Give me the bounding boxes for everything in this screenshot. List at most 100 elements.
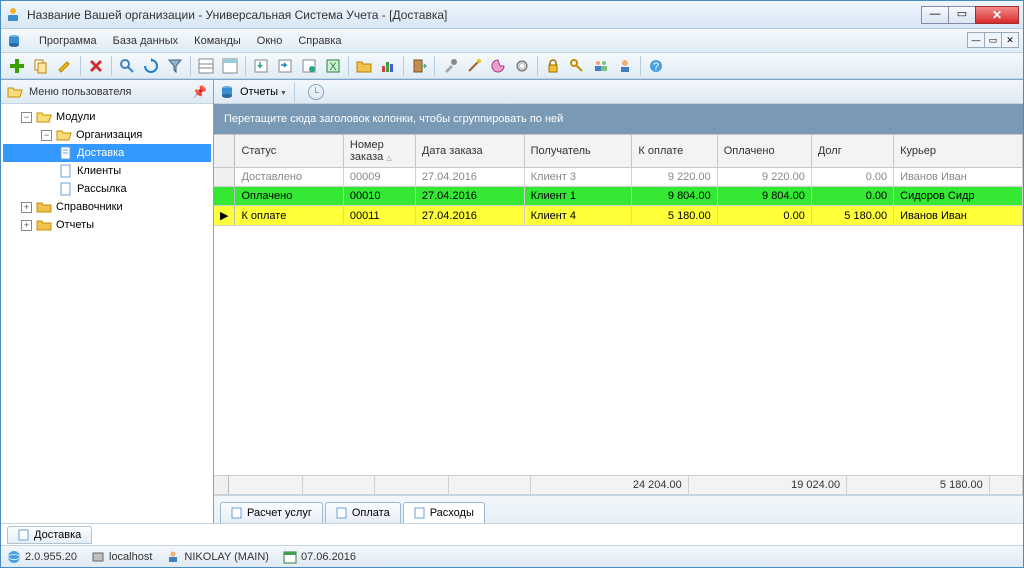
tb-copy-icon[interactable] <box>30 55 52 77</box>
tb-door-icon[interactable] <box>408 55 430 77</box>
calendar-icon <box>283 550 297 564</box>
tb-chart-icon[interactable] <box>377 55 399 77</box>
tree-delivery[interactable]: Доставка <box>3 144 211 162</box>
tb-folder-icon[interactable] <box>353 55 375 77</box>
tb-filter-icon[interactable] <box>164 55 186 77</box>
expand-icon[interactable]: + <box>21 220 32 231</box>
tb-gear-icon[interactable] <box>511 55 533 77</box>
tb-tools-icon[interactable] <box>439 55 461 77</box>
maximize-button[interactable]: ▭ <box>948 6 976 24</box>
group-by-zone[interactable]: Перетащите сюда заголовок колонки, чтобы… <box>214 104 1023 134</box>
close-button[interactable]: ✕ <box>975 6 1019 24</box>
tb-users-icon[interactable] <box>590 55 612 77</box>
total-debt: 5 180.00 <box>847 476 990 495</box>
user-icon <box>166 550 180 564</box>
pin-icon[interactable]: 📌 <box>192 85 207 99</box>
tb-add-icon[interactable] <box>6 55 28 77</box>
detail-tabs: Расчет услуг Оплата Расходы <box>214 495 1023 523</box>
folder-open-icon <box>7 84 23 100</box>
cell-paid: 9 220.00 <box>717 168 811 187</box>
main-toolbar: X ? <box>1 53 1023 79</box>
folder-icon <box>36 217 52 233</box>
menu-program[interactable]: Программа <box>31 32 105 50</box>
menu-commands[interactable]: Команды <box>186 32 249 50</box>
status-host: localhost <box>91 550 152 564</box>
col-recipient[interactable]: Получатель <box>524 135 632 168</box>
tab-services[interactable]: Расчет услуг <box>220 502 323 523</box>
col-topay[interactable]: К оплате <box>632 135 717 168</box>
menu-database[interactable]: База данных <box>105 32 187 50</box>
tree-clients[interactable]: Клиенты <box>3 162 211 180</box>
col-number[interactable]: Номер заказа △ <box>343 135 415 168</box>
db-icon <box>220 85 234 99</box>
tb-palette-icon[interactable] <box>487 55 509 77</box>
folder-open-icon <box>36 109 52 125</box>
collapse-icon[interactable]: − <box>41 130 52 141</box>
tb-export3-icon[interactable] <box>298 55 320 77</box>
cell-number: 00011 <box>343 206 415 226</box>
document-icon <box>231 507 243 519</box>
cell-date: 27.04.2016 <box>415 206 524 226</box>
tb-search-icon[interactable] <box>116 55 138 77</box>
tree-catalogs[interactable]: + Справочники <box>3 198 211 216</box>
menu-help[interactable]: Справка <box>290 32 349 50</box>
mdi-close[interactable]: ✕ <box>1001 32 1019 48</box>
statusbar: 2.0.955.20 localhost NIKOLAY (MAIN) 07.0… <box>1 545 1023 567</box>
sort-asc-icon: △ <box>386 155 391 162</box>
tree-reports[interactable]: + Отчеты <box>3 216 211 234</box>
tb-export2-icon[interactable] <box>274 55 296 77</box>
row-indicator: ▶ <box>214 206 235 226</box>
tree-mailing[interactable]: Рассылка <box>3 180 211 198</box>
cell-courier: Иванов Иван <box>894 206 1023 226</box>
minimize-button[interactable]: — <box>921 6 949 24</box>
tb-delete-icon[interactable] <box>85 55 107 77</box>
col-courier[interactable]: Курьер <box>894 135 1023 168</box>
collapse-icon[interactable]: − <box>21 112 32 123</box>
tb-grid1-icon[interactable] <box>195 55 217 77</box>
tb-export1-icon[interactable] <box>250 55 272 77</box>
expand-icon[interactable]: + <box>21 202 32 213</box>
clock-icon[interactable] <box>308 84 324 100</box>
tb-wand-icon[interactable] <box>463 55 485 77</box>
tb-grid2-icon[interactable] <box>219 55 241 77</box>
table-row[interactable]: Оплачено0001027.04.2016Клиент 19 804.009… <box>214 187 1023 206</box>
tb-lock-icon[interactable] <box>542 55 564 77</box>
table-row[interactable]: ▶К оплате0001127.04.2016Клиент 45 180.00… <box>214 206 1023 226</box>
status-version: 2.0.955.20 <box>7 550 77 564</box>
mdi-minimize[interactable]: — <box>967 32 985 48</box>
table-row[interactable]: Доставлено0000927.04.2016Клиент 39 220.0… <box>214 168 1023 187</box>
tb-key-icon[interactable] <box>566 55 588 77</box>
tb-refresh-icon[interactable] <box>140 55 162 77</box>
tree-modules[interactable]: − Модули <box>3 108 211 126</box>
tb-excel-icon[interactable]: X <box>322 55 344 77</box>
menu-window[interactable]: Окно <box>249 32 291 50</box>
cell-topay: 9 220.00 <box>632 168 717 187</box>
cell-courier: Сидоров Сидр <box>894 187 1023 206</box>
reports-dropdown[interactable]: Отчеты▼ <box>240 86 291 98</box>
window-tab-delivery[interactable]: Доставка <box>7 526 92 544</box>
tab-payment[interactable]: Оплата <box>325 502 401 523</box>
tb-edit-icon[interactable] <box>54 55 76 77</box>
report-toolbar: Отчеты▼ <box>214 80 1023 104</box>
cell-number: 00009 <box>343 168 415 187</box>
document-icon <box>59 182 73 196</box>
globe-icon <box>7 550 21 564</box>
tb-user-icon[interactable] <box>614 55 636 77</box>
menubar: Программа База данных Команды Окно Справ… <box>1 29 1023 53</box>
titlebar: Название Вашей организации - Универсальн… <box>1 1 1023 29</box>
cell-recipient: Клиент 3 <box>524 168 632 187</box>
sidebar-header: Меню пользователя 📌 <box>1 80 213 104</box>
tb-help-icon[interactable]: ? <box>645 55 667 77</box>
status-user: NIKOLAY (MAIN) <box>166 550 269 564</box>
col-date[interactable]: Дата заказа <box>415 135 524 168</box>
col-status[interactable]: Статус <box>235 135 343 168</box>
tab-expenses[interactable]: Расходы <box>403 502 485 523</box>
col-paid[interactable]: Оплачено <box>717 135 811 168</box>
total-paid: 19 024.00 <box>688 476 846 495</box>
col-debt[interactable]: Долг <box>811 135 893 168</box>
window-tabs: Доставка <box>1 523 1023 545</box>
chevron-down-icon: ▼ <box>280 90 287 97</box>
document-icon <box>414 507 426 519</box>
mdi-restore[interactable]: ▭ <box>984 32 1002 48</box>
tree-organization[interactable]: − Организация <box>3 126 211 144</box>
